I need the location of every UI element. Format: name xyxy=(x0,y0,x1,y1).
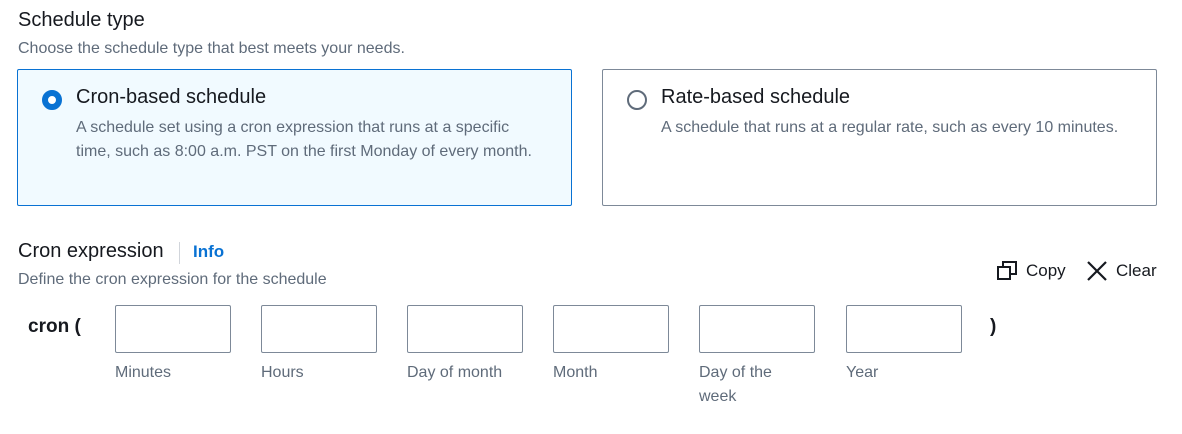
cron-based-schedule-tile[interactable]: Cron-based schedule A schedule set using… xyxy=(17,69,572,206)
hours-input[interactable] xyxy=(261,305,377,353)
schedule-type-description: Choose the schedule type that best meets… xyxy=(18,40,405,57)
cron-based-label: Cron-based schedule xyxy=(76,86,267,108)
month-label: Month xyxy=(553,364,598,381)
info-link[interactable]: Info xyxy=(193,242,224,262)
close-icon xyxy=(1086,260,1108,282)
day-of-week-input[interactable] xyxy=(699,305,815,353)
rate-based-label: Rate-based schedule xyxy=(661,86,851,108)
cron-prefix: cron ( xyxy=(28,316,81,337)
clear-button[interactable]: Clear xyxy=(1086,259,1157,283)
month-input[interactable] xyxy=(553,305,669,353)
day-of-month-label: Day of month xyxy=(407,364,503,381)
copy-label: Copy xyxy=(1026,261,1066,280)
minutes-label: Minutes xyxy=(115,364,172,381)
schedule-type-heading: Schedule type xyxy=(18,9,145,31)
hours-label: Hours xyxy=(261,364,304,381)
rate-based-radio[interactable] xyxy=(627,90,647,110)
rate-based-description: A schedule that runs at a regular rate, … xyxy=(661,119,1119,136)
day-of-week-label: Day of the week xyxy=(699,364,772,405)
rate-based-schedule-tile[interactable]: Rate-based schedule A schedule that runs… xyxy=(602,69,1157,206)
copy-button[interactable]: Copy xyxy=(996,259,1066,283)
cron-expression-description: Define the cron expression for the sched… xyxy=(18,271,327,288)
cron-expression-heading: Cron expression xyxy=(18,240,164,262)
schedule-form: Schedule type Choose the schedule type t… xyxy=(0,0,1182,434)
cron-based-radio[interactable] xyxy=(42,90,62,110)
cron-suffix: ) xyxy=(990,316,997,337)
clear-label: Clear xyxy=(1116,261,1157,280)
cron-based-description: A schedule set using a cron expression t… xyxy=(76,119,532,160)
year-label: Year xyxy=(846,364,879,381)
heading-divider xyxy=(179,242,180,264)
day-of-month-input[interactable] xyxy=(407,305,523,353)
copy-icon xyxy=(996,260,1018,282)
minutes-input[interactable] xyxy=(115,305,231,353)
year-input[interactable] xyxy=(846,305,962,353)
